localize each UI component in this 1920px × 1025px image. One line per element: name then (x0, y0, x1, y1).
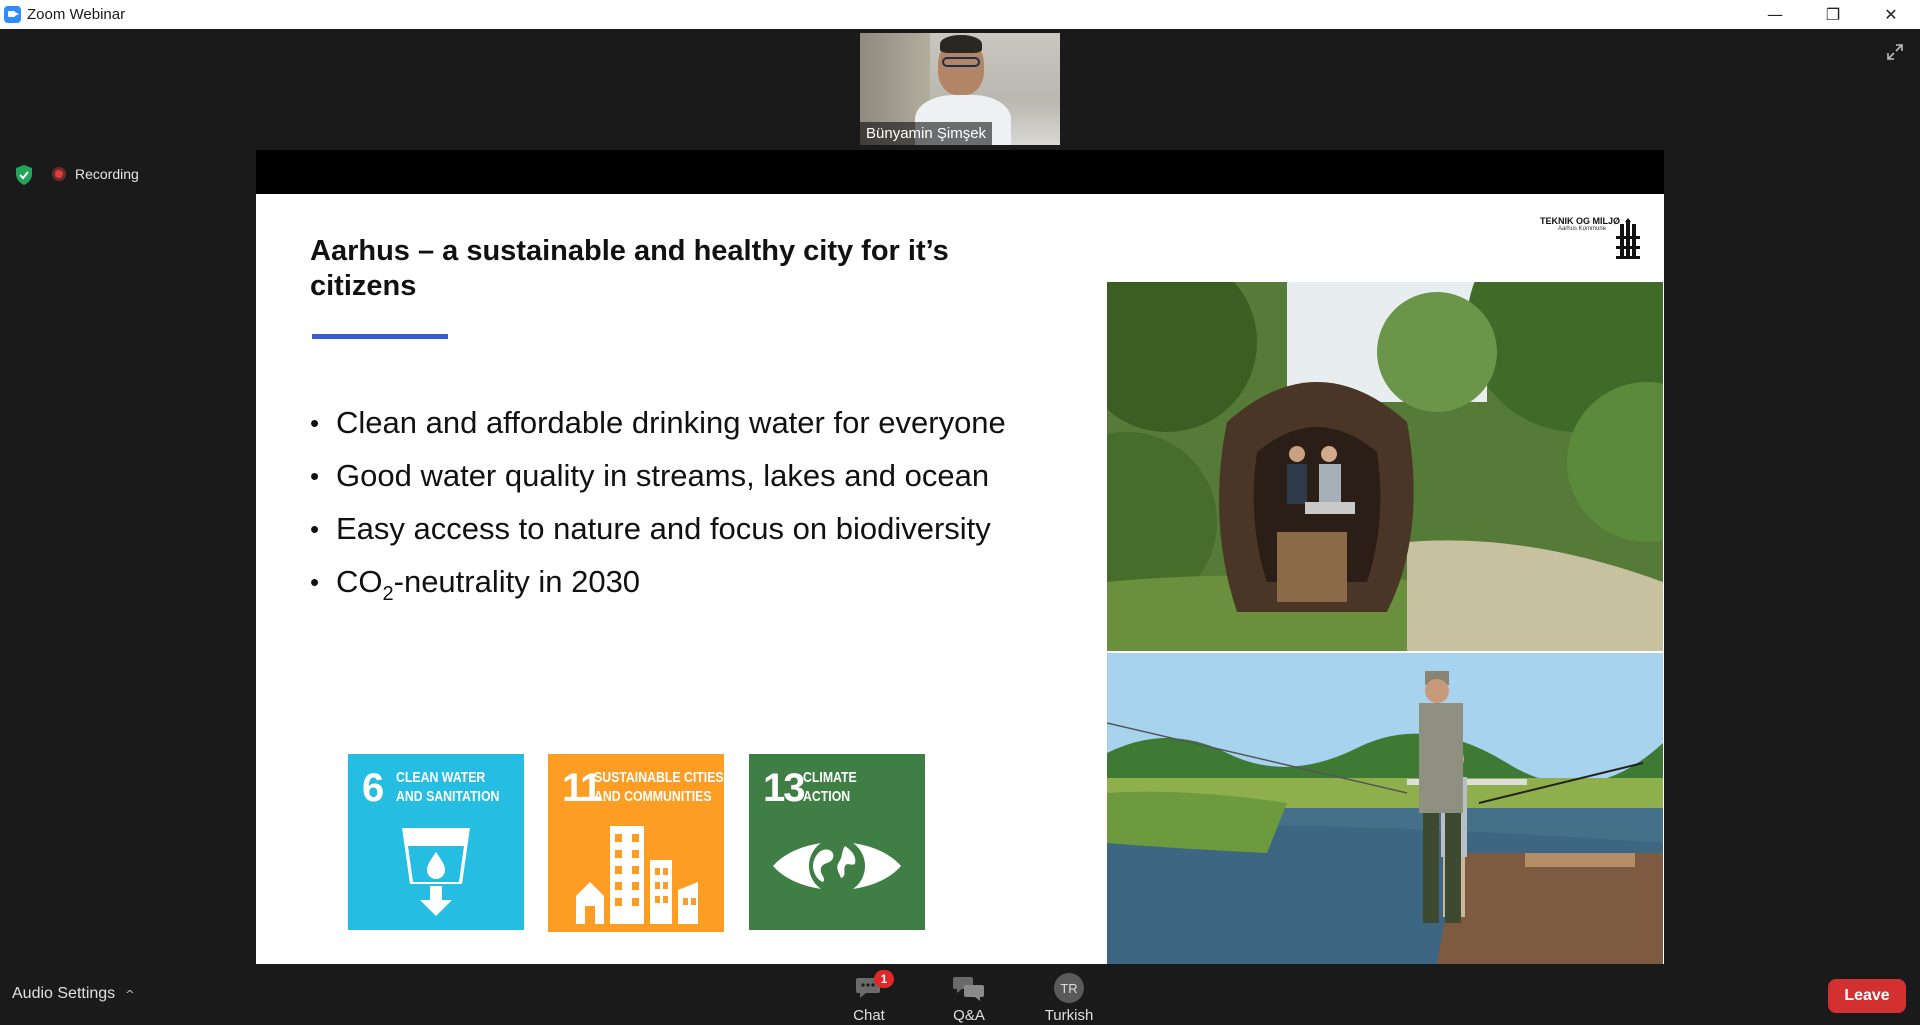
meeting-stage: Bünyamin Şimşek Recording Aarhus – a sus… (0, 29, 1920, 965)
sdg-6-tile: 6 CLEAN WATER AND SANITATION (348, 754, 524, 930)
minimize-button[interactable]: — (1746, 0, 1804, 29)
shared-screen: Aarhus – a sustainable and healthy city … (256, 150, 1664, 964)
bullet-item-co2: CO2-neutrality in 2030 (310, 563, 1006, 616)
speaker-video-tile[interactable]: Bünyamin Şimşek (860, 33, 1060, 145)
language-icon-wrap: TR (1034, 973, 1104, 1003)
water-glass-icon (402, 828, 470, 916)
recording-indicator[interactable]: Recording (52, 163, 139, 185)
chat-unread-badge: 1 (874, 970, 894, 988)
recording-dot-icon (52, 167, 66, 181)
speaker-name-label: Bünyamin Şimşek (860, 122, 993, 145)
window-controls: — ❐ ✕ (1746, 0, 1920, 29)
sdg-title-line: AND COMMUNITIES (594, 788, 712, 805)
sdg-title-line: ACTION (803, 788, 851, 805)
co2-suffix: -neutrality in 2030 (393, 564, 641, 599)
zoom-app-icon (4, 6, 21, 23)
meeting-toolbar: Audio Settings ^ 1 Chat Q&A TR Turkish L… (0, 965, 1920, 1025)
bullet-item: Good water quality in streams, lakes and… (310, 457, 1006, 510)
language-interpretation-button[interactable]: TR Turkish (1034, 973, 1104, 1024)
audio-settings-button[interactable]: Audio Settings ^ (12, 985, 134, 1003)
qa-icon (934, 973, 1004, 1003)
logo-name: TEKNIK OG MILJØ (1539, 216, 1620, 226)
sdg-number: 6 (362, 766, 384, 810)
sdg-title: SUSTAINABLE CITIES AND COMMUNITIES (594, 768, 724, 806)
sdg-13-tile: 13 CLIMATE ACTION (749, 754, 925, 930)
chat-label: Chat (853, 1007, 885, 1024)
logo-subtitle: Aarhus Kommune (1557, 226, 1606, 232)
restore-button[interactable]: ❐ (1804, 0, 1862, 29)
fishing-stream-photo (1107, 653, 1663, 964)
title-underline (312, 334, 448, 339)
bullet-list: Clean and affordable drinking water for … (310, 404, 1006, 616)
sdg-title-line: CLEAN WATER (396, 769, 486, 786)
qa-label: Q&A (953, 1007, 985, 1024)
expand-icon[interactable] (1884, 41, 1906, 63)
qa-button[interactable]: Q&A (934, 973, 1004, 1024)
speaker-hair (940, 35, 982, 53)
sdg-title-line: CLIMATE (803, 769, 857, 786)
window-title: Zoom Webinar (27, 6, 126, 23)
sdg-title: CLEAN WATER AND SANITATION (396, 768, 499, 806)
window-titlebar: Zoom Webinar — ❐ ✕ (0, 0, 1920, 29)
chat-icon: 1 (834, 970, 904, 1003)
shield-check-icon[interactable] (13, 164, 35, 186)
co2-subscript: 2 (382, 583, 394, 605)
chevron-up-icon[interactable]: ^ (125, 988, 134, 1001)
co2-prefix: CO (336, 564, 383, 599)
sdg-title: CLIMATE ACTION (803, 768, 857, 806)
sdg-title-line: AND SANITATION (396, 788, 500, 805)
earth-eye-icon (773, 838, 901, 894)
city-buildings-icon (576, 826, 698, 924)
chat-button[interactable]: 1 Chat (834, 970, 904, 1024)
bullet-item: Clean and affordable drinking water for … (310, 404, 1006, 457)
slide-title: Aarhus – a sustainable and healthy city … (310, 235, 949, 302)
speaker-glasses (942, 57, 980, 67)
recording-label: Recording (75, 166, 139, 182)
forest-nest-photo (1107, 282, 1663, 651)
sdg-title-line: SUSTAINABLE CITIES (594, 769, 724, 786)
language-initials-icon: TR (1054, 973, 1084, 1003)
sdg-number: 13 (763, 766, 805, 810)
audio-settings-label: Audio Settings (12, 985, 116, 1002)
language-label: Turkish (1044, 1007, 1094, 1024)
sdg-11-tile: 11 SUSTAINABLE CITIES AND COMMUNITIES (548, 754, 724, 932)
bullet-item: Easy access to nature and focus on biodi… (310, 510, 1006, 563)
presentation-slide: Aarhus – a sustainable and healthy city … (256, 194, 1664, 964)
leave-button[interactable]: Leave (1828, 979, 1906, 1013)
close-button[interactable]: ✕ (1862, 0, 1920, 29)
